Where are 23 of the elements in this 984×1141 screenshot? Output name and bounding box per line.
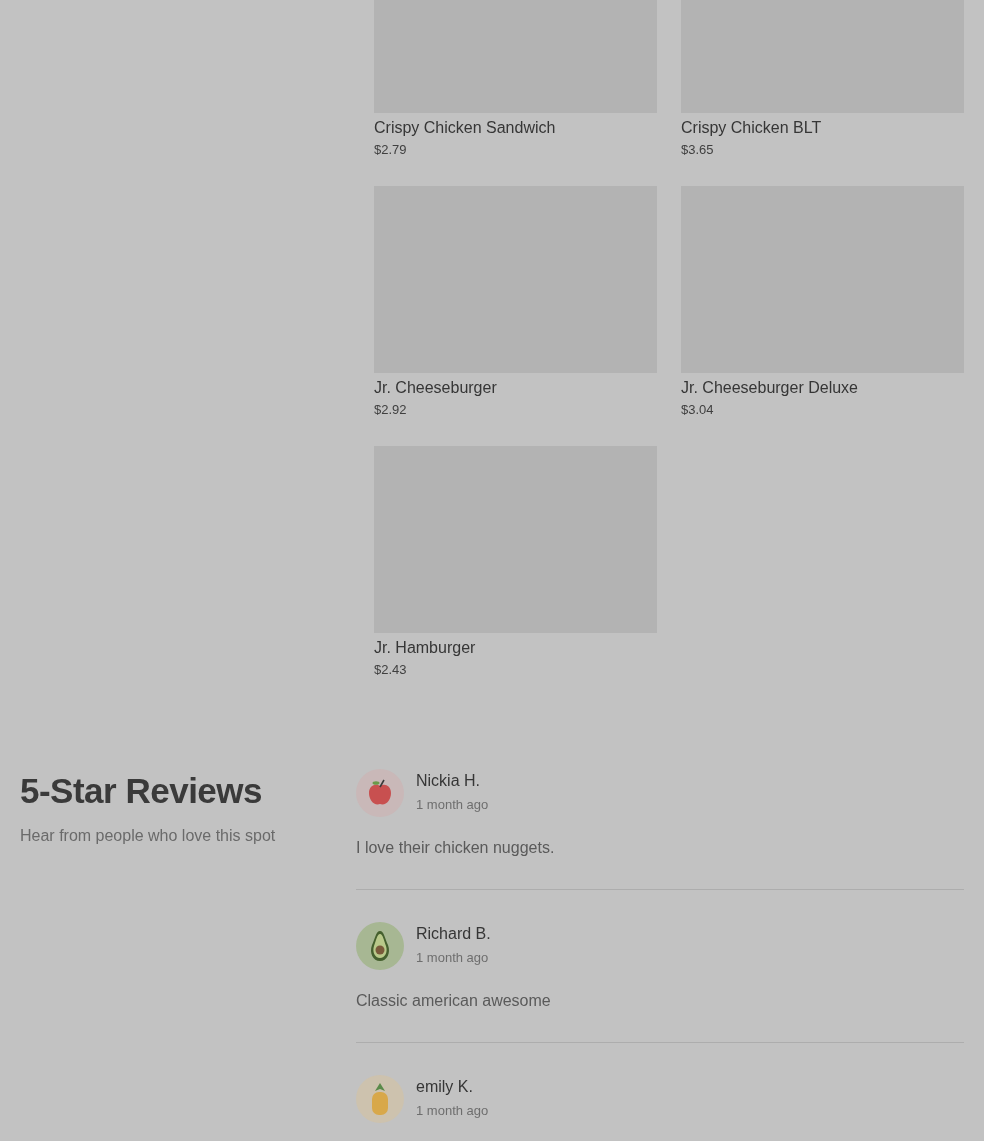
item-name: Crispy Chicken Sandwich — [374, 118, 557, 138]
item-name: Jr. Cheeseburger — [374, 378, 498, 398]
reviewer-name: emily K. — [416, 1077, 474, 1097]
review-text: Classic american awesome — [356, 992, 552, 1010]
review-time: 1 month ago — [416, 796, 489, 814]
item-price: $3.04 — [681, 401, 715, 419]
item-price: $2.43 — [374, 661, 408, 679]
section-subtitle: Hear from people who love this spot — [20, 827, 277, 845]
review-time: 1 month ago — [416, 1102, 489, 1120]
item-name: Jr. Cheeseburger Deluxe — [681, 378, 859, 398]
review-time: 1 month ago — [416, 949, 490, 967]
reviewer-name: Nickia H. — [416, 771, 481, 791]
item-price: $2.92 — [374, 401, 408, 419]
item-name: Crispy Chicken BLT — [681, 118, 823, 138]
apple-icon — [367, 779, 393, 807]
reviewer-name: Richard B. — [416, 924, 491, 944]
section-title: 5-Star Reviews — [20, 770, 264, 811]
review-text: I love their chicken nuggets. — [356, 839, 556, 857]
item-name: Jr. Hamburger — [374, 638, 477, 658]
item-price: $2.79 — [374, 141, 408, 159]
pineapple-icon — [369, 1082, 391, 1116]
avocado-icon — [369, 930, 391, 962]
item-price: $3.65 — [681, 141, 715, 159]
